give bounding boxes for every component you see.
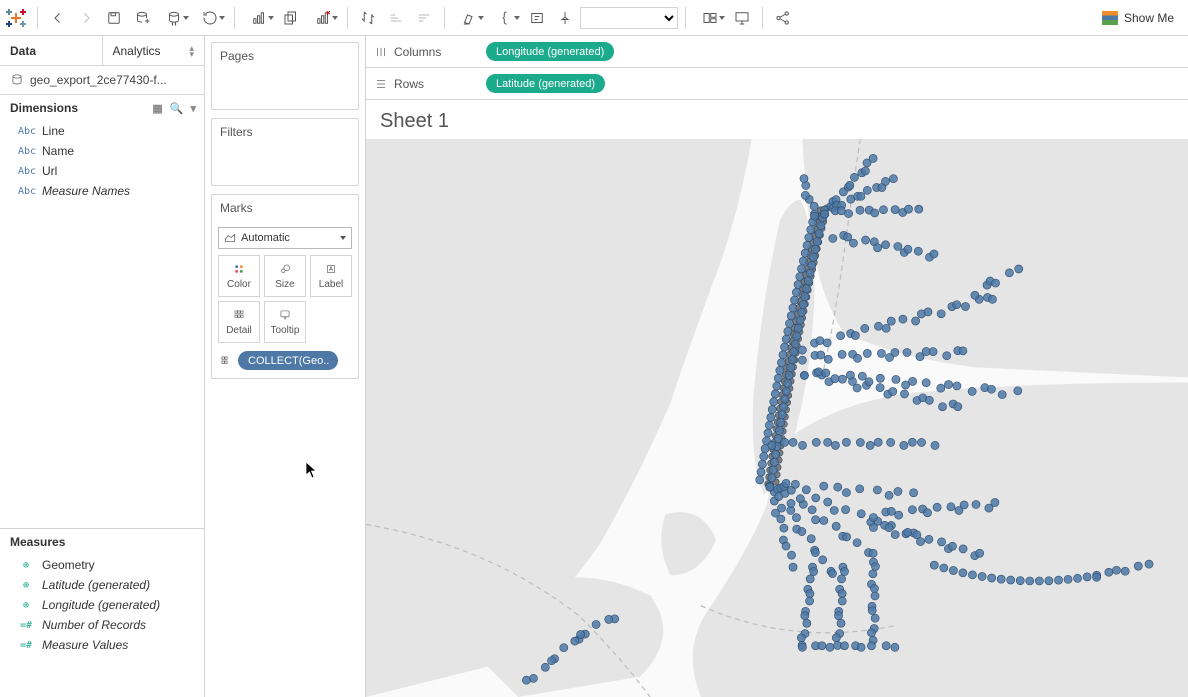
map-svg: [366, 139, 1188, 697]
tab-analytics[interactable]: Analytics ▴▾: [103, 36, 205, 65]
map-view[interactable]: [366, 139, 1188, 697]
view-data-icon[interactable]: ▦: [152, 102, 162, 115]
marks-card: Marks Automatic Color Size Label: [211, 194, 359, 379]
show-labels-button[interactable]: [524, 5, 550, 31]
new-datasource-button[interactable]: [129, 5, 155, 31]
datasource-name: geo_export_2ce77430-f...: [30, 73, 167, 87]
color-icon: [231, 262, 247, 276]
sort-asc-button[interactable]: [383, 5, 409, 31]
dimension-field[interactable]: AbcLine: [0, 121, 204, 141]
filters-shelf[interactable]: Filters: [211, 118, 359, 186]
redo-button[interactable]: [73, 5, 99, 31]
rows-label: Rows: [394, 77, 424, 91]
columns-shelf[interactable]: Columns Longitude (generated): [366, 36, 1188, 68]
highlight-button[interactable]: [452, 5, 486, 31]
show-me-button[interactable]: Show Me: [1094, 8, 1182, 28]
tooltip-icon: [277, 308, 293, 322]
tableau-logo: [6, 8, 26, 28]
undo-button[interactable]: [45, 5, 71, 31]
filters-title: Filters: [212, 119, 358, 145]
show-cards-button[interactable]: [693, 5, 727, 31]
worksheet-area: Columns Longitude (generated) Rows Latit…: [365, 36, 1188, 697]
duplicate-sheet-button[interactable]: [278, 5, 304, 31]
refresh-button[interactable]: [193, 5, 227, 31]
marks-tooltip-button[interactable]: Tooltip: [264, 301, 306, 343]
rows-shelf[interactable]: Rows Latitude (generated): [366, 68, 1188, 100]
show-me-icon: [1102, 11, 1118, 25]
marks-type-label: Automatic: [241, 232, 290, 244]
measure-field[interactable]: ⊕Latitude (generated): [0, 575, 204, 595]
measures-header: Measures: [0, 529, 204, 553]
sort-desc-button[interactable]: [411, 5, 437, 31]
data-pane: Data Analytics ▴▾ geo_export_2ce77430-f.…: [0, 36, 205, 697]
sort-icon: ▴▾: [189, 45, 194, 57]
marks-color-button[interactable]: Color: [218, 255, 260, 297]
marks-detail-button[interactable]: Detail: [218, 301, 260, 343]
datasource-row[interactable]: geo_export_2ce77430-f...: [0, 66, 204, 95]
measure-field[interactable]: =#Measure Values: [0, 635, 204, 655]
pages-title: Pages: [212, 43, 358, 69]
group-button[interactable]: [488, 5, 522, 31]
shelves-column: Pages Filters Marks Automatic Color Size: [205, 36, 365, 697]
columns-icon: [374, 45, 388, 59]
columns-pill[interactable]: Longitude (generated): [486, 42, 614, 61]
sheet-title[interactable]: Sheet 1: [366, 100, 1188, 139]
size-icon: [277, 262, 293, 276]
detail-mini-icon: [218, 354, 234, 368]
marks-title: Marks: [212, 195, 358, 221]
measure-field[interactable]: =#Number of Records: [0, 615, 204, 635]
label-icon: [323, 262, 339, 276]
share-button[interactable]: [770, 5, 796, 31]
swap-button[interactable]: [355, 5, 381, 31]
search-fields-icon[interactable]: 🔍: [170, 102, 184, 115]
dimension-field[interactable]: AbcName: [0, 141, 204, 161]
pages-shelf[interactable]: Pages: [211, 42, 359, 110]
globe-poly-icon: [223, 231, 237, 245]
rows-icon: [374, 77, 388, 91]
clear-sheet-button[interactable]: [306, 5, 340, 31]
marks-type-select[interactable]: Automatic: [218, 227, 352, 249]
new-sheet-button[interactable]: [242, 5, 276, 31]
datapane-menu-icon[interactable]: ▾: [190, 102, 196, 115]
marks-label-button[interactable]: Label: [310, 255, 352, 297]
dimension-field[interactable]: AbcMeasure Names: [0, 181, 204, 201]
measure-field[interactable]: ⊕Geometry: [0, 555, 204, 575]
marks-size-button[interactable]: Size: [264, 255, 306, 297]
pause-updates-button[interactable]: [157, 5, 191, 31]
show-me-label: Show Me: [1124, 11, 1174, 25]
fit-select[interactable]: [580, 7, 678, 29]
dimensions-header: Dimensions ▦ 🔍 ▾: [0, 95, 204, 119]
marks-detail-pill[interactable]: COLLECT(Geo..: [238, 351, 338, 370]
detail-icon: [231, 308, 247, 322]
pin-button[interactable]: [552, 5, 578, 31]
datasource-icon: [10, 73, 24, 87]
rows-pill[interactable]: Latitude (generated): [486, 74, 605, 93]
presentation-button[interactable]: [729, 5, 755, 31]
save-button[interactable]: [101, 5, 127, 31]
dimension-field[interactable]: AbcUrl: [0, 161, 204, 181]
columns-label: Columns: [394, 45, 441, 59]
measure-field[interactable]: ⊕Longitude (generated): [0, 595, 204, 615]
tab-data[interactable]: Data: [0, 36, 103, 65]
main-toolbar: Show Me: [0, 0, 1188, 36]
